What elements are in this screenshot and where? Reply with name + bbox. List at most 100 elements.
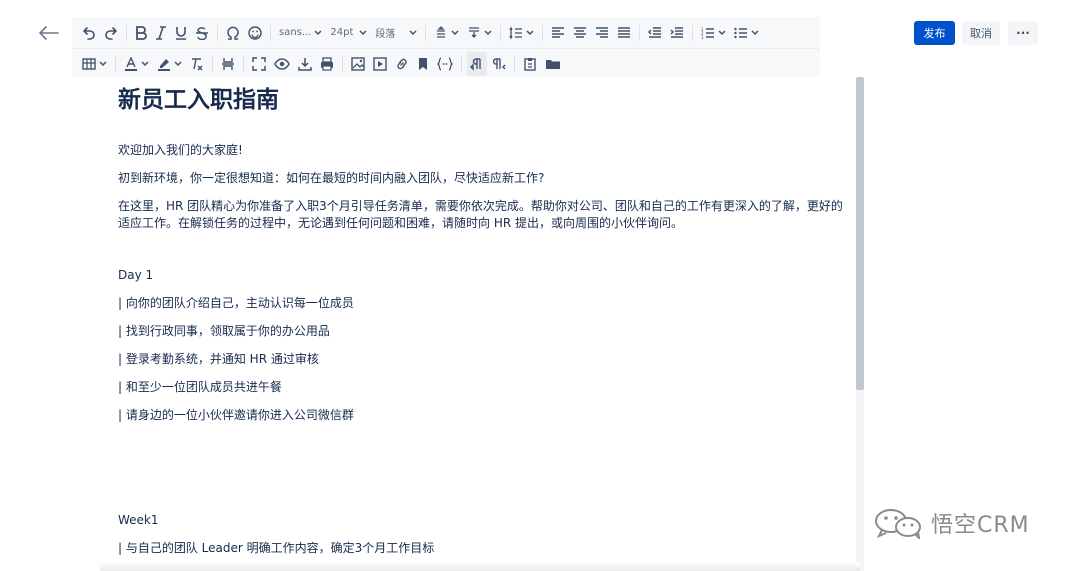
svg-text:3: 3 bbox=[701, 35, 704, 39]
intro-paragraph-1: 初到新环境，你一定很想知道：如何在最短的时间内融入团队，尽快适应新工作? bbox=[118, 171, 545, 185]
toolbar-separator bbox=[217, 24, 218, 41]
cancel-button[interactable]: 取消 bbox=[962, 21, 1000, 45]
toolbar-separator bbox=[270, 24, 271, 41]
watermark-text: 悟空CRM bbox=[931, 513, 1030, 538]
bold-icon[interactable] bbox=[132, 21, 150, 45]
strikethrough-icon[interactable] bbox=[192, 21, 212, 45]
paragraph-spacing-dropdown[interactable] bbox=[464, 21, 495, 45]
code-braces-icon[interactable] bbox=[434, 52, 456, 76]
highlighter-icon bbox=[158, 58, 170, 71]
special-character-icon[interactable] bbox=[223, 21, 243, 45]
page-break-icon[interactable] bbox=[218, 52, 238, 76]
italic-icon[interactable] bbox=[152, 21, 170, 45]
chevron-down-icon bbox=[451, 29, 459, 35]
rtl-direction-icon[interactable] bbox=[489, 52, 509, 76]
toolbar-row-2 bbox=[72, 48, 820, 78]
wechat-logo-icon bbox=[875, 509, 921, 539]
chevron-down-icon bbox=[174, 60, 182, 66]
editor-toolbar: sans... 24pt 段落 1 2 3 bbox=[72, 17, 820, 77]
editor-content-area[interactable]: 新员工入职指南 欢迎加入我们的大家庭! 初到新环境，你一定很想知道：如何在最短的… bbox=[72, 77, 856, 571]
table-icon bbox=[82, 57, 96, 70]
paragraph-style-dropdown[interactable]: 段落 bbox=[372, 21, 420, 45]
week1-heading: Week1 bbox=[118, 513, 159, 527]
print-icon[interactable] bbox=[317, 52, 337, 76]
ltr-direction-icon[interactable] bbox=[467, 51, 487, 76]
table-dropdown[interactable] bbox=[79, 52, 110, 76]
list-item: | 登录考勤系统，并通知 HR 通过审核 bbox=[118, 352, 319, 366]
highlight-color-dropdown[interactable] bbox=[154, 52, 185, 76]
toolbar-separator bbox=[461, 55, 462, 72]
bookmark-icon[interactable] bbox=[414, 52, 432, 76]
toolbar-separator bbox=[425, 24, 427, 41]
line-height-dropdown[interactable] bbox=[431, 21, 462, 45]
text-color-icon bbox=[125, 56, 137, 71]
link-icon[interactable] bbox=[392, 52, 412, 76]
align-right-icon[interactable] bbox=[592, 21, 612, 45]
underline-icon[interactable] bbox=[172, 21, 190, 45]
download-icon[interactable] bbox=[295, 52, 315, 76]
undo-icon[interactable] bbox=[79, 21, 99, 45]
text-indent-dropdown[interactable] bbox=[506, 21, 537, 45]
font-size-dropdown[interactable]: 24pt bbox=[327, 21, 370, 45]
redo-icon[interactable] bbox=[101, 21, 121, 45]
insert-video-icon[interactable] bbox=[370, 52, 390, 76]
list-item: | 和至少一位团队成员共进午餐 bbox=[118, 380, 282, 394]
chevron-down-icon bbox=[99, 60, 107, 66]
align-left-icon[interactable] bbox=[548, 21, 568, 45]
line-spacing-icon bbox=[437, 25, 446, 38]
ordered-list-dropdown[interactable]: 123 bbox=[698, 21, 729, 45]
indent-icon[interactable] bbox=[667, 21, 687, 45]
chevron-down-icon bbox=[718, 29, 726, 35]
intro-paragraph-2-line-2: 适应工作。在解锁任务的过程中，无论遇到任何问题和困难，请随时向 HR 提出，或向… bbox=[118, 216, 683, 230]
chevron-down-icon bbox=[751, 29, 759, 35]
chevron-down-icon bbox=[314, 29, 322, 35]
document-body: 新员工入职指南 欢迎加入我们的大家庭! 初到新环境，你一定很想知道：如何在最短的… bbox=[118, 87, 848, 555]
back-arrow-icon[interactable] bbox=[36, 21, 62, 45]
editor-bottom-shadow bbox=[100, 562, 860, 571]
toolbar-separator bbox=[514, 55, 515, 72]
font-size-value: 24pt bbox=[330, 27, 354, 38]
paste-clipboard-icon[interactable] bbox=[520, 52, 540, 76]
welcome-paragraph: 欢迎加入我们的大家庭! bbox=[118, 143, 243, 157]
clear-format-icon[interactable] bbox=[187, 52, 207, 76]
align-center-icon[interactable] bbox=[570, 21, 590, 45]
toolbar-separator bbox=[126, 24, 127, 41]
font-family-dropdown[interactable]: sans... bbox=[276, 21, 325, 45]
preview-eye-icon[interactable] bbox=[271, 52, 293, 76]
more-options-button[interactable]: ··· bbox=[1008, 21, 1038, 45]
fullscreen-icon[interactable] bbox=[249, 52, 269, 76]
toolbar-separator bbox=[115, 55, 116, 72]
toolbar-separator bbox=[500, 24, 502, 41]
publish-button[interactable]: 发布 bbox=[914, 21, 955, 45]
toolbar-separator bbox=[342, 55, 343, 72]
align-justify-icon[interactable] bbox=[614, 21, 634, 45]
paragraph-style-value: 段落 bbox=[375, 29, 396, 40]
toolbar-separator bbox=[212, 55, 213, 72]
toolbar-separator bbox=[542, 24, 544, 41]
insert-image-icon[interactable] bbox=[348, 52, 368, 76]
watermark: 悟空CRM bbox=[873, 506, 1030, 540]
bullet-list-dropdown[interactable] bbox=[731, 21, 762, 45]
ordered-list-icon: 123 bbox=[701, 27, 715, 39]
folder-icon[interactable] bbox=[542, 52, 564, 76]
paragraph-spacing-icon bbox=[469, 26, 480, 38]
text-color-dropdown[interactable] bbox=[121, 52, 152, 76]
toolbar-separator bbox=[243, 55, 244, 72]
toolbar-separator bbox=[639, 24, 641, 41]
list-item: | 找到行政同事，领取属于你的办公用品 bbox=[118, 324, 330, 338]
toolbar-separator bbox=[692, 24, 694, 41]
outdent-icon[interactable] bbox=[645, 21, 665, 45]
vertical-scrollbar-thumb[interactable] bbox=[856, 77, 864, 390]
list-item: | 请身边的一位小伙伴邀请你进入公司微信群 bbox=[118, 408, 354, 422]
chevron-down-icon bbox=[409, 29, 417, 35]
day1-heading: Day 1 bbox=[118, 268, 154, 282]
emoji-icon[interactable] bbox=[245, 21, 265, 45]
toolbar-row-1: sans... 24pt 段落 1 2 3 bbox=[72, 18, 820, 47]
chevron-down-icon bbox=[359, 29, 367, 35]
document-title: 新员工入职指南 bbox=[118, 87, 279, 113]
bullet-list-icon bbox=[734, 27, 748, 38]
chevron-down-icon bbox=[484, 29, 492, 35]
list-item: | 向你的团队介绍自己，主动认识每一位成员 bbox=[118, 296, 354, 310]
list-spacing-icon bbox=[509, 26, 523, 39]
chevron-down-icon bbox=[141, 60, 149, 66]
